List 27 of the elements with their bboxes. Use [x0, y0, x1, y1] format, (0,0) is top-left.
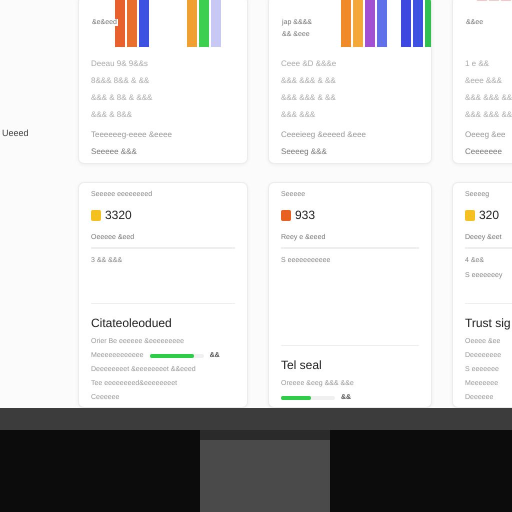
stat-line: Deeau 9& 9&&s: [91, 59, 149, 68]
stat-line: 1 e &&: [465, 59, 490, 68]
stat-line: 8&&& 8&& & &&: [91, 76, 150, 85]
card-footer-value: Seeeeg &&&: [281, 147, 328, 157]
progress-bar: [150, 354, 204, 358]
progress-bar: [281, 396, 335, 400]
section-title: Tel seal: [281, 345, 419, 372]
stat-line: &&& &&&: [281, 110, 316, 119]
stat-line: Ceee &D &&&e: [281, 59, 338, 68]
stat-line: &&& &&& & &&: [281, 76, 337, 85]
card-footer-title: Teeeeeeg-eeee &eeee: [91, 130, 173, 139]
stat-line: &&& &&& &&: [465, 93, 512, 102]
side-label: Ueeed: [1, 128, 30, 138]
section-title: Trust sig: [465, 303, 512, 330]
stat-line: &&& &&& &&: [465, 110, 512, 119]
card-footer-value: Ceeeeeee: [465, 147, 503, 157]
card-footer-value: Seeeee &&&: [91, 147, 138, 157]
card-footer-title: Ceeeieeg &eeeed &eee: [281, 130, 367, 139]
stat-line: &eee &&&: [465, 76, 503, 85]
card-footer-title: Oeeeg &ee: [465, 130, 506, 139]
metric-value: 933: [295, 208, 316, 222]
metric-value: 3320: [105, 208, 132, 222]
stat-line: &&& & 8&&: [91, 110, 133, 119]
stat-line: &&& & 8& & &&&: [91, 93, 154, 102]
section-title: Citateoleodued: [91, 303, 235, 330]
stat-line: &&& &&& & &&: [281, 93, 337, 102]
metric-value: 320: [479, 208, 500, 222]
